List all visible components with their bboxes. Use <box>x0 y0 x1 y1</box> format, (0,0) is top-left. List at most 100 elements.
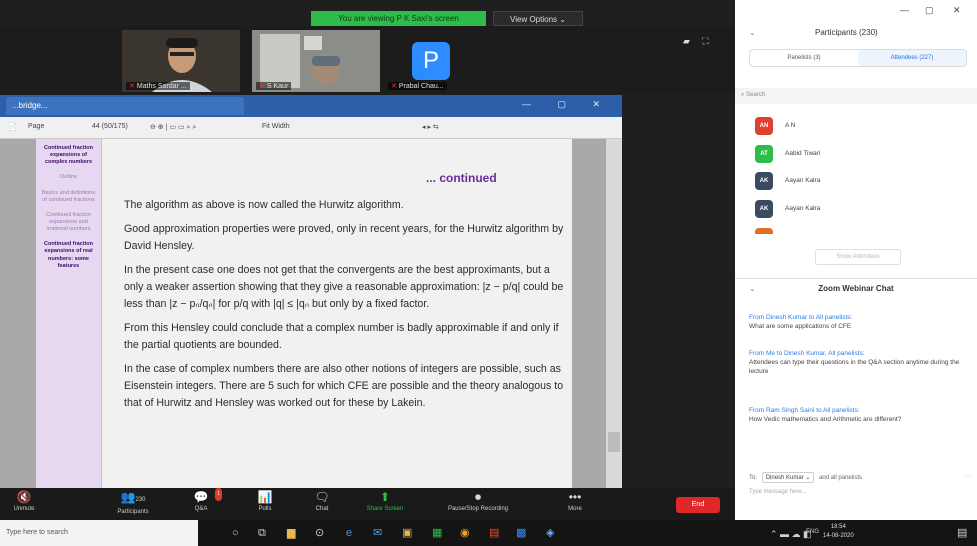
search-input[interactable]: ⌕ Search <box>735 88 977 104</box>
tab-panelists[interactable]: Panelists (3) <box>750 50 858 66</box>
maximize-icon[interactable]: ▢ <box>925 5 934 16</box>
more-icon: ••• <box>568 490 582 504</box>
pdf-view-area: Continued fraction expansions of complex… <box>0 139 622 488</box>
button-label: Q&A <box>194 506 208 512</box>
viewing-banner: You are viewing P K Saxi's screen <box>311 11 486 26</box>
end-button[interactable]: End <box>676 497 720 513</box>
taskbar: Type here to search ○ ⧉ ▆ ⊙ e ✉ ▣ ▦ ◉ ▤ … <box>0 520 977 546</box>
store-icon[interactable]: ▣ <box>402 527 412 539</box>
mail-icon[interactable]: ✉ <box>373 527 382 539</box>
slide-sidebar-item[interactable]: Basics and definitions of continued frac… <box>39 190 98 204</box>
share-screen-icon: ⬆ <box>379 490 391 504</box>
participant-name: Maths Sardar ... <box>136 83 187 90</box>
zoom-webinar-screen: You are viewing P K Saxi's screen View O… <box>0 0 977 546</box>
muted-mic-icon: ✕ <box>391 83 397 90</box>
chat-icon: 🗨 <box>314 490 330 504</box>
slide-sidebar-item[interactable]: Continued fraction expansions of complex… <box>39 145 98 166</box>
page-nav-buttons[interactable]: ◂ ▸ ⇆ <box>422 123 439 131</box>
slide-sidebar-item[interactable]: Outline <box>39 174 98 181</box>
pdf-scroll-thumb[interactable] <box>608 432 620 452</box>
clock[interactable]: 18:54 14-08-2020 <box>823 523 854 541</box>
chevron-down-icon[interactable]: ⌄ <box>749 28 756 37</box>
chat-message: From Me to Dinesh Kumar, All panelists: … <box>749 349 964 376</box>
show-attendees-button[interactable]: Show Attendees <box>815 249 901 265</box>
taskbar-search[interactable]: Type here to search <box>0 520 198 546</box>
pdf-icon[interactable]: 📄 <box>8 123 17 131</box>
message-text: Attendees can type their questions in th… <box>749 359 960 375</box>
close-icon[interactable]: ✕ <box>953 5 961 16</box>
tab-attendees[interactable]: Attendees (227) <box>858 50 966 66</box>
qa-button[interactable]: 💬 1 Q&A <box>186 488 222 512</box>
message-sender: From Me to Dinesh Kumar, All panelists: <box>749 350 865 357</box>
recording-icon: ⏺ <box>474 490 481 504</box>
participants-icon: 👥 <box>120 490 136 504</box>
chrome-icon[interactable]: ◉ <box>460 527 470 539</box>
participant-name: Prabal Chau... <box>398 83 444 90</box>
button-label: More <box>568 506 582 512</box>
button-label: Participants <box>117 509 149 515</box>
task-view-icon[interactable]: ⧉ <box>258 527 266 539</box>
chevron-down-icon[interactable]: ⌄ <box>749 284 756 293</box>
edge-icon[interactable]: e <box>346 527 352 539</box>
language-indicator[interactable]: ENG <box>806 529 819 535</box>
participant-name: S Kaur <box>266 83 289 90</box>
document-tab[interactable]: ...bridge... <box>6 97 244 115</box>
video-name-label: ✕ Maths Sardar ... <box>126 82 190 90</box>
side-panel: — ▢ ✕ ⌄ Participants (230) Panelists (3)… <box>735 0 977 520</box>
page-label: Page <box>28 123 45 130</box>
participant-name: Aayan Kalra <box>785 177 821 184</box>
unmute-button[interactable]: 🔇 Unmute <box>4 491 44 513</box>
share-screen-button[interactable]: ⬆ Share Screen <box>360 490 410 513</box>
message-sender: From Ram Singh Saini to All panelists: <box>749 407 860 414</box>
qa-icon: 💬 <box>193 490 209 504</box>
chat-message: From Dinesh Kumar to All panelists: What… <box>749 313 964 331</box>
cortana-icon[interactable]: ○ <box>232 527 239 539</box>
chat-input[interactable]: Type message here... <box>749 489 807 495</box>
notification-icon[interactable]: ▤ <box>957 527 967 539</box>
slide-paragraph: In the present case one does not get tha… <box>124 264 564 310</box>
video-tile[interactable]: P ✕ Prabal Chau... <box>384 30 474 92</box>
recipient-suffix: and all panelists <box>819 475 863 481</box>
more-button[interactable]: ••• More <box>560 490 590 513</box>
app-icon[interactable]: ◈ <box>546 527 554 539</box>
recipient-select[interactable]: Dinesh Kumar ⌄ <box>761 472 815 483</box>
panel-title: Participants (230) <box>815 28 878 37</box>
avatar: AK <box>755 172 773 190</box>
button-label: Pause/Stop Recording <box>447 506 509 512</box>
slide: Continued fraction expansions of complex… <box>36 139 572 488</box>
excel-icon[interactable]: ▦ <box>432 527 442 539</box>
video-view-controls[interactable]: ▰ ⛶ <box>683 36 714 47</box>
zoom-select[interactable]: Fit Width <box>262 123 290 130</box>
file-explorer-icon[interactable]: ▆ <box>287 527 295 539</box>
slide-body: The algorithm as above is now called the… <box>124 197 564 419</box>
minimize-icon[interactable]: — <box>900 5 909 15</box>
chat-header: ⌄ Zoom Webinar Chat <box>735 284 977 293</box>
button-label: Unmute <box>13 506 35 512</box>
chat-button[interactable]: 🗨 Chat <box>307 490 337 513</box>
video-tile[interactable]: ✕ Maths Sardar ... <box>122 30 240 92</box>
search-placeholder: Search <box>746 92 766 98</box>
avatar <box>755 228 773 234</box>
slide-sidebar-item[interactable]: Continued fraction expansions and irrati… <box>39 212 98 233</box>
polls-button[interactable]: 📊 Polls <box>250 491 280 513</box>
divider <box>735 278 977 279</box>
meeting-controls-bar: 🔇 Unmute 👥230 Participants 💬 1 Q&A 📊 Poll… <box>0 488 735 520</box>
zoom-icon[interactable]: ▩ <box>516 527 526 539</box>
video-name-label: ✕ Prabal Chau... <box>388 82 447 90</box>
slide-paragraph: The algorithm as above is now called the… <box>124 199 404 211</box>
page-number-field[interactable]: 44 (50/175) <box>92 123 128 130</box>
participant-name: Aabid Tiwari <box>785 150 821 157</box>
participant-name: A N <box>785 122 796 129</box>
window-controls[interactable]: — ▢ ✕ <box>522 99 612 110</box>
more-icon[interactable]: … <box>965 472 971 478</box>
clock-date: 14-08-2020 <box>823 533 854 539</box>
powerpoint-icon[interactable]: ▤ <box>489 527 499 539</box>
zoom-tools[interactable]: ⊖ ⊕ | ▭ ▭ ⌕ ⌕ <box>150 123 196 132</box>
app-icon[interactable]: ⊙ <box>315 527 324 539</box>
recording-button[interactable]: ⏺ Pause/Stop Recording <box>440 490 516 513</box>
panel-titlebar: — ▢ ✕ <box>735 0 977 20</box>
view-options-button[interactable]: View Options ⌄ <box>493 11 583 26</box>
participants-button[interactable]: 👥230 Participants <box>102 490 164 516</box>
slide-sidebar-item[interactable]: Continued fraction expansions of real nu… <box>39 241 98 270</box>
video-tile[interactable]: ✕ S Kaur <box>252 30 380 92</box>
